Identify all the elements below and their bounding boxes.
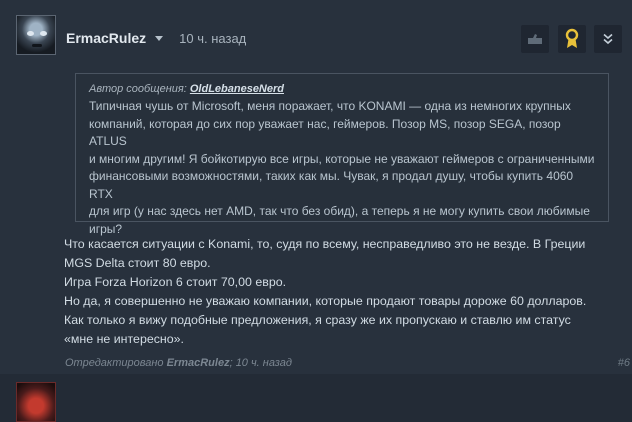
post-body: Что касается ситуации с Konami, то, судя… [64, 235, 624, 349]
quote-line: финансовыми возможностями, таких как мы.… [89, 169, 574, 201]
next-post-avatar[interactable] [16, 382, 56, 422]
edited-suffix: ; 10 ч. назад [229, 357, 292, 369]
forum-post: ErmacRulez 10 ч. назад Автор сообщения: … [0, 0, 632, 374]
award-button[interactable] [558, 25, 586, 53]
avatar-mouth [32, 44, 42, 47]
quote-author-link[interactable]: OldLebaneseNerd [190, 83, 284, 95]
double-chevron-down-icon [603, 33, 613, 45]
avatar-eye-right [40, 31, 47, 36]
author-avatar[interactable] [16, 15, 56, 55]
thumbs-icon [528, 34, 542, 44]
award-ribbon-icon [565, 28, 579, 48]
body-line: MGS Delta стоит 80 евро. [64, 256, 211, 270]
quote-line: и многим другим! Я бойкотирую все игры, … [89, 151, 595, 166]
post-timestamp[interactable]: 10 ч. назад [179, 31, 246, 46]
body-line: Как только я вижу подобные предложения, … [64, 313, 571, 327]
edited-prefix: Отредактировано [65, 357, 164, 369]
quote-line: компаний, которая до сих пор уважает нас… [89, 116, 561, 149]
avatar-eye-left [27, 31, 34, 36]
quote-text: Типичная чушь от Microsoft, меня поражае… [89, 98, 596, 238]
quote-prefix: Автор сообщения: [89, 83, 187, 95]
author-row: ErmacRulez 10 ч. назад [66, 30, 246, 46]
more-options-button[interactable] [594, 25, 622, 53]
body-line: Но да, я совершенно не уважаю компании, … [64, 294, 587, 308]
post-number[interactable]: #6 [618, 357, 630, 369]
body-line: «мне не интересно». [64, 332, 184, 346]
edited-note: Отредактировано ErmacRulez; 10 ч. назад [65, 357, 292, 369]
quote-block: Автор сообщения: OldLebaneseNerd Типична… [75, 73, 609, 236]
body-line: Что касается ситуации с Konami, то, судя… [64, 237, 586, 251]
author-name[interactable]: ErmacRulez [66, 30, 146, 46]
body-line: Игра Forza Horizon 6 стоит 70,00 евро. [64, 275, 287, 289]
caret-down-icon[interactable] [155, 35, 164, 41]
quote-line: Типичная чушь от Microsoft, меня поражае… [89, 99, 571, 113]
quote-header: Автор сообщения: OldLebaneseNerd [89, 82, 596, 96]
next-post [0, 374, 632, 422]
quote-line: для игр (у нас здесь нет AMD, так что бе… [89, 204, 590, 218]
vote-button[interactable] [521, 25, 549, 53]
edited-editor: ErmacRulez [166, 357, 230, 369]
